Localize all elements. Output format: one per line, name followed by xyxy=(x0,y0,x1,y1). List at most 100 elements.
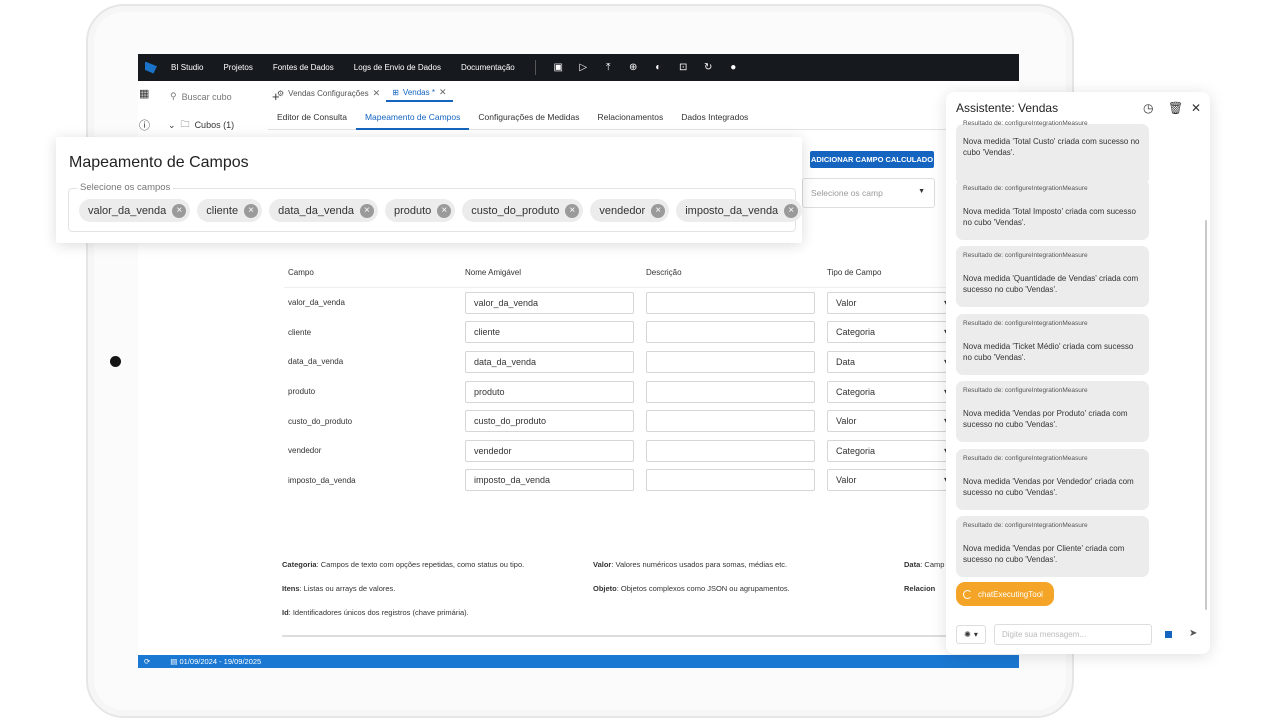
sparkle-icon: ✺ xyxy=(964,630,971,639)
user-icon[interactable]: ● xyxy=(721,62,746,73)
tree-item-cubos[interactable]: ⌄ 🗀 Cubos (1) xyxy=(168,117,234,133)
friendly-name-input[interactable]: valor_da_venda xyxy=(465,291,634,314)
table-header: Campo Nome Amigável Descrição Tipo de Ca… xyxy=(284,258,954,288)
chevron-down-icon: ▼ xyxy=(918,188,925,195)
description-input[interactable] xyxy=(646,321,815,344)
nav-projetos[interactable]: Projetos xyxy=(223,63,252,72)
cube-search-input[interactable]: Buscar cubo xyxy=(182,92,232,102)
remove-chip-icon[interactable]: × xyxy=(437,203,452,218)
field-type-select[interactable]: Data xyxy=(827,350,948,373)
friendly-name-input[interactable]: custo_do_produto xyxy=(465,410,634,433)
field-type-select[interactable]: Valor xyxy=(827,469,948,492)
mode-select[interactable]: ✺ ▾ xyxy=(956,625,986,644)
folder-icon: 🗀 xyxy=(180,119,190,129)
tab-editor-de-consulta[interactable]: Editor de Consulta xyxy=(268,108,356,130)
tab-dados-integrados[interactable]: Dados Integrados xyxy=(672,108,757,130)
app-logo-icon[interactable] xyxy=(145,61,157,74)
list-item: Resultado de: configureIntegrationMeasur… xyxy=(956,246,1149,307)
field-type-select[interactable]: Categoria xyxy=(827,321,948,344)
legend-id: Id: Identificadores únicos dos registros… xyxy=(282,608,469,617)
description-input[interactable] xyxy=(646,469,815,492)
message-input[interactable]: Digite sua mensagem... xyxy=(994,624,1152,645)
close-icon[interactable]: ✕ xyxy=(439,87,447,98)
field-type-select[interactable]: Valor xyxy=(827,291,948,314)
list-item: Resultado de: configureIntegrationMeasur… xyxy=(956,449,1149,510)
chip-list: valor_da_venda × cliente × data_da_venda × … xyxy=(79,199,803,222)
trash-icon[interactable]: 🗑 xyxy=(1168,101,1183,115)
fields-multiselect[interactable]: Selecione os campos valor_da_venda × clie… xyxy=(68,182,803,232)
send-icon[interactable]: ➤ xyxy=(1189,628,1197,639)
remove-chip-icon[interactable]: × xyxy=(565,203,580,218)
remove-chip-icon[interactable]: × xyxy=(244,203,259,218)
nav-bi-studio[interactable]: BI Studio xyxy=(171,63,203,72)
friendly-name-input[interactable]: imposto_da_venda xyxy=(465,469,634,492)
row-campo: produto xyxy=(288,387,316,397)
field-type-select[interactable]: Categoria xyxy=(827,380,948,403)
description-input[interactable] xyxy=(646,380,815,403)
tab-relacionamentos[interactable]: Relacionamentos xyxy=(589,108,673,130)
remove-chip-icon[interactable]: × xyxy=(172,203,187,218)
header-campo: Campo xyxy=(288,268,314,277)
friendly-name-input[interactable]: cliente xyxy=(465,321,634,344)
contrast-icon[interactable]: ◐ xyxy=(646,62,671,73)
close-icon[interactable]: ✕ xyxy=(1191,101,1201,115)
chat-icon[interactable]: ⊡ xyxy=(671,62,696,73)
remove-chip-icon[interactable]: × xyxy=(651,203,666,218)
field-type-select[interactable]: Categoria xyxy=(827,439,948,462)
fields-select-placeholder: Selecione os camp xyxy=(811,188,883,198)
executing-tool-badge: chatExecutingTool xyxy=(956,582,1054,606)
top-navigation-bar: BI Studio Projetos Fontes de Dados Logs … xyxy=(138,54,1019,81)
row-campo: data_da_venda xyxy=(288,357,344,367)
nav-fontes-de-dados[interactable]: Fontes de Dados xyxy=(273,63,334,72)
nav-logs-envio[interactable]: Logs de Envio de Dados xyxy=(354,63,441,72)
chip-data-da-venda: data_da_venda × xyxy=(269,199,378,222)
tab-configuracoes-de-medidas[interactable]: Configurações de Medidas xyxy=(469,108,588,130)
description-input[interactable] xyxy=(646,291,815,314)
row-campo: imposto_da_venda xyxy=(288,475,356,485)
nav-documentacao[interactable]: Documentação xyxy=(461,63,515,72)
remove-chip-icon[interactable]: × xyxy=(359,203,374,218)
cube-search[interactable]: ⚲ Buscar cubo xyxy=(170,91,232,102)
table-row: valor_da_venda valor_da_venda Valor xyxy=(284,288,954,318)
field-type-select[interactable]: Valor xyxy=(827,410,948,433)
cube-icon: ⊞ xyxy=(392,87,399,97)
legend-categoria: Categoria: Campos de texto com opções re… xyxy=(282,560,525,569)
vertical-scrollbar[interactable] xyxy=(1205,220,1207,610)
close-icon[interactable]: ✕ xyxy=(373,88,381,99)
description-input[interactable] xyxy=(646,410,815,433)
list-item: Resultado de: configureIntegrationMeasur… xyxy=(956,179,1149,240)
stage: BI Studio Projetos Fontes de Dados Logs … xyxy=(0,0,1261,723)
config-sub-tabs: Editor de Consulta Mapeamento de Campos … xyxy=(268,108,948,130)
board-icon[interactable]: ▦ xyxy=(139,87,149,100)
play-icon[interactable]: ▷ xyxy=(571,62,596,73)
friendly-name-input[interactable]: data_da_venda xyxy=(465,350,634,373)
list-item: Resultado de: configureIntegrationMeasur… xyxy=(956,314,1149,375)
description-input[interactable] xyxy=(646,350,815,373)
field-mapping-zoom-card: Mapeamento de Campos Selecione os campos… xyxy=(56,137,803,243)
chip-cliente: cliente × xyxy=(197,199,263,222)
fields-select[interactable]: Selecione os camp ▼ xyxy=(802,178,935,208)
refresh-icon[interactable]: ↻ xyxy=(696,62,721,73)
tab-vendas-configuracoes[interactable]: ⚙ Vendas Configurações ✕ xyxy=(271,84,386,102)
tab-vendas[interactable]: ⊞ Vendas * ✕ xyxy=(386,84,453,102)
description-input[interactable] xyxy=(646,439,815,462)
friendly-name-input[interactable]: vendedor xyxy=(465,439,634,462)
nav-separator xyxy=(534,60,536,75)
list-item: Resultado de: configureIntegrationMeasur… xyxy=(956,516,1149,577)
history-icon[interactable]: ◷ xyxy=(1143,101,1153,115)
sync-icon[interactable]: ⟳ xyxy=(144,657,150,666)
add-calculated-field-button[interactable]: ADICIONAR CAMPO CALCULADO xyxy=(810,151,934,168)
tab-mapeamento-de-campos[interactable]: Mapeamento de Campos xyxy=(355,108,470,130)
info-icon[interactable]: ⓘ xyxy=(139,117,150,133)
horizontal-scrollbar[interactable] xyxy=(282,635,958,637)
legend-itens: Itens: Listas ou arrays de valores. xyxy=(282,584,396,593)
assistant-panel: Assistente: Vendas ◷ 🗑 ✕ Resultado de: c… xyxy=(946,92,1210,654)
chevron-down-icon: ▾ xyxy=(973,630,978,639)
stop-button[interactable] xyxy=(1165,631,1172,638)
friendly-name-input[interactable]: produto xyxy=(465,380,634,403)
upload-icon[interactable]: ⤒ xyxy=(596,62,621,73)
save-icon[interactable]: ▣ xyxy=(546,62,571,73)
table-row: data_da_venda data_da_venda Data xyxy=(284,347,954,377)
remove-chip-icon[interactable]: × xyxy=(784,203,799,218)
globe-icon[interactable]: ⊕ xyxy=(621,62,646,73)
